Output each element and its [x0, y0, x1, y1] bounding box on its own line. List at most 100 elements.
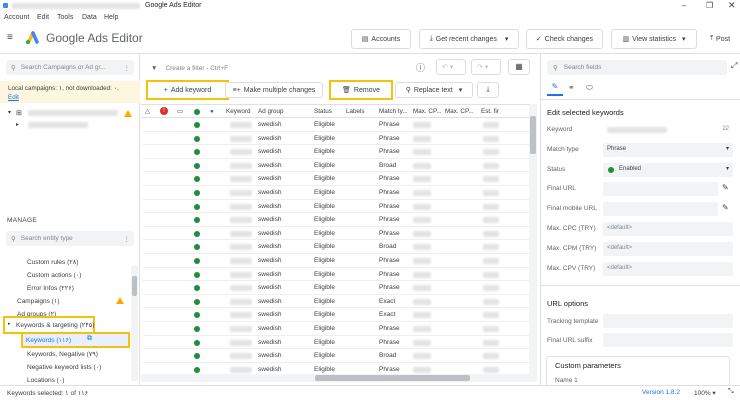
- menu-tools[interactable]: Tools: [57, 14, 73, 21]
- pencil-icon[interactable]: ✎: [722, 203, 729, 212]
- menu-help[interactable]: Help: [104, 14, 118, 21]
- status-col-icon[interactable]: [194, 109, 200, 115]
- table-row[interactable]: swedish Eligible Exact: [143, 308, 529, 322]
- table-row[interactable]: swedish Eligible Phrase: [143, 145, 529, 159]
- table-row[interactable]: swedish Eligible Phrase: [143, 118, 529, 132]
- tree-custom-actions[interactable]: Custom actions (۰): [27, 271, 81, 279]
- col-status[interactable]: Status: [314, 108, 332, 115]
- hamburger-menu-icon[interactable]: ≡: [7, 32, 13, 43]
- close-icon[interactable]: ✕: [728, 0, 736, 11]
- window-title: Google Ads Editor: [145, 2, 202, 9]
- accounts-button[interactable]: ▤ Accounts: [351, 29, 411, 49]
- edit-link[interactable]: Edit: [8, 94, 19, 101]
- campaign-search-input[interactable]: ⚲ Search Campaigns or Ad gr... ⋮: [6, 60, 134, 75]
- left-scrollbar[interactable]: [131, 266, 138, 381]
- zoom-select[interactable]: 100% ▾: [694, 389, 716, 397]
- max-cpv-field[interactable]: <default>: [603, 262, 733, 276]
- undo-button[interactable]: ↶ ▾: [436, 59, 466, 75]
- cell-ad-group: swedish: [258, 270, 282, 278]
- max-cpc-field[interactable]: <default>: [603, 222, 733, 236]
- tree-locations[interactable]: Locations (۰): [27, 376, 64, 384]
- tree-keywords-targeting[interactable]: ▸ Keywords & targeting (۲۴۵): [3, 316, 95, 334]
- col-ad-group[interactable]: Ad group: [258, 108, 284, 115]
- cell-status: Eligible: [314, 175, 335, 183]
- grid-vertical-scrollbar[interactable]: [529, 104, 537, 376]
- table-row[interactable]: swedish Eligible Phrase: [143, 213, 529, 227]
- max-cpc-label: Max. CPC (TRY): [547, 225, 596, 232]
- tree-ad-groups[interactable]: Ad groups (۲): [17, 310, 56, 318]
- col-max-cpc[interactable]: Max. CP...: [413, 108, 442, 115]
- error-col-icon[interactable]: !: [160, 107, 168, 115]
- tree-keywords-negative[interactable]: Keywords, Negative (۷۹): [27, 350, 98, 358]
- table-row[interactable]: swedish Eligible Phrase: [143, 200, 529, 214]
- tree-negative-keyword-lists[interactable]: Negative keyword lists (۰): [27, 363, 101, 371]
- edit-tab-pencil-icon[interactable]: ✎: [547, 82, 563, 96]
- max-cpm-field[interactable]: <default>: [603, 242, 733, 256]
- label-tab-icon[interactable]: ⬭: [586, 83, 593, 93]
- table-row[interactable]: swedish Eligible Broad: [143, 159, 529, 173]
- redo-button[interactable]: ↷ ▾: [471, 59, 501, 75]
- match-type-select[interactable]: Phrase ▾: [603, 143, 733, 157]
- account-tree-row[interactable]: ▾ ⊞: [0, 108, 140, 119]
- final-url-suffix-label: Final URL suffix: [547, 337, 593, 344]
- remove-button[interactable]: 🗑 Remove: [329, 80, 393, 100]
- name1-label: Name 1: [555, 377, 578, 384]
- minimize-icon[interactable]: –: [682, 1, 686, 10]
- replace-text-button[interactable]: ⚲ Replace text ▾: [395, 82, 473, 98]
- tracking-template-field[interactable]: [603, 314, 733, 328]
- campaign-tree-row[interactable]: ▸: [0, 120, 140, 130]
- table-row[interactable]: swedish Eligible Phrase: [143, 132, 529, 146]
- menu-account[interactable]: Account: [4, 14, 29, 21]
- keyword-field[interactable]: 22: [603, 123, 733, 137]
- table-row[interactable]: swedish Eligible Broad: [143, 240, 529, 254]
- table-row[interactable]: swedish Eligible Broad: [143, 349, 529, 363]
- table-row[interactable]: swedish Eligible Phrase: [143, 268, 529, 282]
- table-row[interactable]: swedish Eligible Exact: [143, 295, 529, 309]
- col-max-cpm[interactable]: Max. CP...: [445, 108, 474, 115]
- pin-col-icon[interactable]: ●: [210, 108, 214, 115]
- table-row[interactable]: swedish Eligible Phrase: [143, 336, 529, 350]
- col-est-first[interactable]: Est. fir: [481, 108, 499, 115]
- get-recent-changes-button[interactable]: ⤓ Get recent changes ▾: [419, 29, 519, 49]
- table-row[interactable]: swedish Eligible Phrase: [143, 281, 529, 295]
- col-match-type[interactable]: Match ty...: [379, 108, 408, 115]
- check-changes-button[interactable]: ✓ Check changes: [526, 29, 603, 49]
- tree-campaigns[interactable]: Campaigns (۱): [17, 297, 60, 305]
- final-url-suffix-field[interactable]: [603, 333, 733, 347]
- filter-input[interactable]: ▼ Create a filter - Ctrl+F: [145, 60, 430, 76]
- pencil-icon[interactable]: ✎: [722, 183, 729, 192]
- table-row[interactable]: swedish Eligible Phrase: [143, 227, 529, 241]
- tree-error-infos[interactable]: Error Infos (۲۲۶): [27, 284, 74, 292]
- tree-custom-rules[interactable]: Custom rules (۲۸): [27, 258, 78, 266]
- entity-type-search-input[interactable]: ⚲ Search entity type ⋮: [6, 231, 134, 246]
- eligible-status-dot: [194, 149, 200, 156]
- col-keyword[interactable]: Keyword: [226, 108, 251, 115]
- menu-edit[interactable]: Edit: [37, 14, 49, 21]
- help-icon[interactable]: ⓘ: [416, 61, 425, 74]
- expand-icon[interactable]: ⤢: [731, 61, 737, 71]
- warning-col-icon[interactable]: △: [145, 108, 150, 115]
- menu-data[interactable]: Data: [82, 14, 97, 21]
- view-statistics-button[interactable]: ▥ View statistics ▾: [611, 29, 697, 49]
- maximize-icon[interactable]: ❐: [706, 1, 713, 10]
- table-row[interactable]: swedish Eligible Phrase: [143, 186, 529, 200]
- cell-status: Eligible: [314, 229, 335, 237]
- final-url-field[interactable]: [603, 182, 718, 196]
- columns-icon[interactable]: ▦: [508, 59, 530, 75]
- download-icon[interactable]: ⤓: [477, 82, 499, 98]
- table-row[interactable]: swedish Eligible Phrase: [143, 254, 529, 268]
- resize-grip-icon[interactable]: ⤡: [728, 388, 734, 396]
- make-multiple-changes-button[interactable]: ≡+ Make multiple changes: [225, 82, 323, 98]
- link-tab-icon[interactable]: ⚭: [568, 83, 575, 92]
- add-keyword-button[interactable]: + Add keyword: [146, 80, 229, 100]
- post-button[interactable]: ⤒ Post: [703, 29, 737, 49]
- status-select[interactable]: Enabled ▾: [603, 163, 733, 177]
- table-row[interactable]: swedish Eligible Phrase: [143, 172, 529, 186]
- comment-col-icon[interactable]: ▭: [177, 108, 183, 115]
- col-labels[interactable]: Labels: [346, 108, 365, 115]
- grid-horizontal-scrollbar[interactable]: [141, 374, 537, 382]
- table-row[interactable]: swedish Eligible Phrase: [143, 322, 529, 336]
- final-mobile-url-field[interactable]: [603, 202, 718, 216]
- tree-keywords-selected[interactable]: Keywords (۱۱۶) ⧉: [21, 332, 130, 348]
- field-search-input[interactable]: ⚲ Search fields: [547, 60, 727, 75]
